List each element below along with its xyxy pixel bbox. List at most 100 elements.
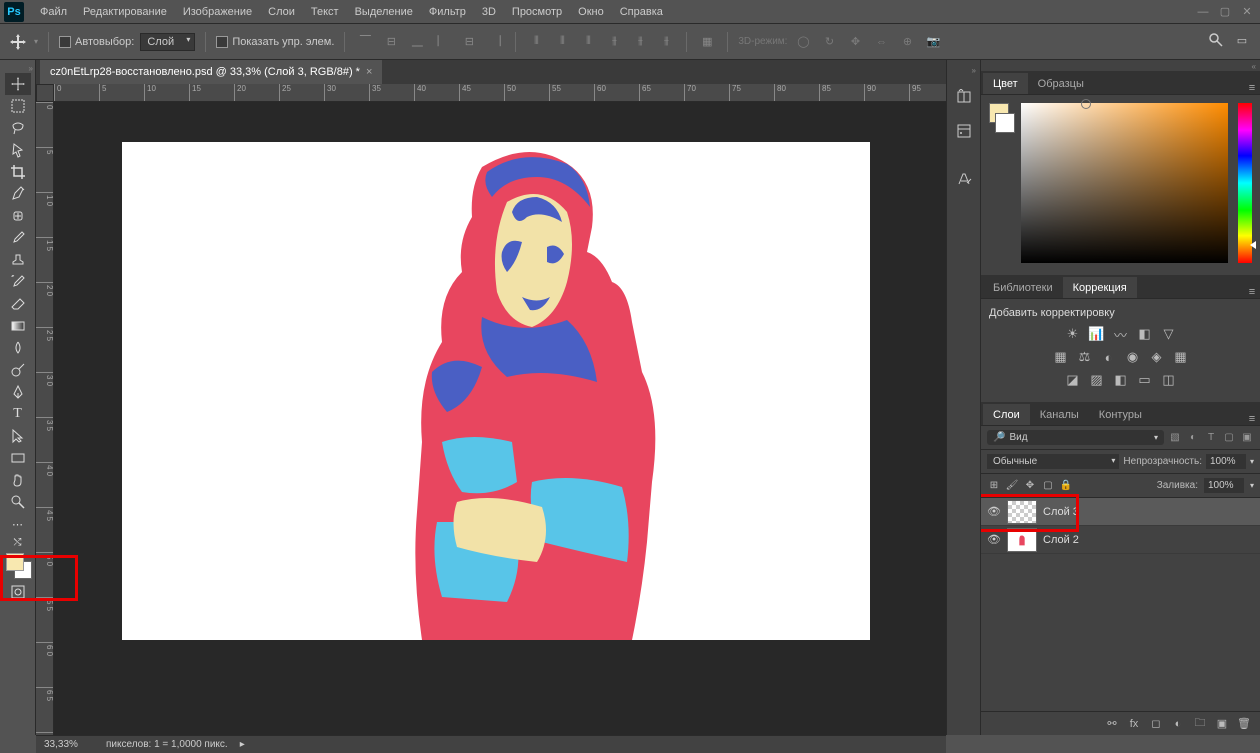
- 3d-camera-icon[interactable]: 📷: [923, 32, 943, 52]
- gradient-tool[interactable]: [5, 315, 31, 337]
- align-left-icon[interactable]: ⎸: [433, 32, 453, 52]
- tab-channels[interactable]: Каналы: [1030, 404, 1089, 425]
- lock-artboard-icon[interactable]: ▢: [1041, 479, 1055, 493]
- status-zoom[interactable]: 33,33%: [44, 739, 94, 750]
- distribute-top-icon[interactable]: ⫴: [526, 32, 546, 52]
- link-layers-icon[interactable]: ⚯: [1104, 716, 1120, 732]
- vibrance-icon[interactable]: ▽: [1159, 325, 1179, 343]
- ruler-vertical[interactable]: 051 01 52 02 53 03 54 04 55 05 56 06 57 …: [36, 102, 54, 735]
- crop-tool[interactable]: [5, 161, 31, 183]
- show-controls-checkbox[interactable]: Показать упр. элем.: [216, 36, 334, 48]
- type-tool[interactable]: T: [5, 403, 31, 425]
- visibility-toggle[interactable]: 👁: [987, 533, 1001, 547]
- layer-name-label[interactable]: Слой 3: [1043, 506, 1254, 518]
- quick-mask-icon[interactable]: [5, 581, 31, 603]
- fill-input[interactable]: 100%: [1204, 478, 1244, 493]
- menu-help[interactable]: Справка: [612, 2, 671, 22]
- color-field[interactable]: [1021, 103, 1228, 263]
- rectangle-tool[interactable]: [5, 447, 31, 469]
- eyedropper-tool[interactable]: [5, 183, 31, 205]
- close-tab-icon[interactable]: ×: [366, 66, 372, 78]
- new-adjustment-icon[interactable]: ◐: [1170, 716, 1186, 732]
- quick-select-tool[interactable]: [5, 139, 31, 161]
- threshold-icon[interactable]: ◧: [1111, 371, 1131, 389]
- menu-edit[interactable]: Редактирование: [75, 2, 175, 22]
- layer-thumbnail[interactable]: [1007, 528, 1037, 552]
- posterize-icon[interactable]: ▨: [1087, 371, 1107, 389]
- filter-adjust-icon[interactable]: ◐: [1186, 431, 1200, 445]
- selective-color-icon[interactable]: ◫: [1159, 371, 1179, 389]
- menu-3d[interactable]: 3D: [474, 2, 504, 22]
- new-layer-icon[interactable]: ▣: [1214, 716, 1230, 732]
- marquee-tool[interactable]: [5, 95, 31, 117]
- panel-menu-icon[interactable]: ≡: [1244, 82, 1260, 94]
- panel-menu-icon[interactable]: ≡: [1244, 413, 1260, 425]
- lock-position-icon[interactable]: ✥: [1023, 479, 1037, 493]
- menu-select[interactable]: Выделение: [347, 2, 421, 22]
- search-icon[interactable]: [1206, 30, 1226, 50]
- layer-row[interactable]: 👁Слой 3: [981, 498, 1260, 526]
- maximize-icon[interactable]: ▢: [1216, 5, 1234, 19]
- invert-icon[interactable]: ◪: [1063, 371, 1083, 389]
- panel-menu-icon[interactable]: ≡: [1244, 286, 1260, 298]
- ruler-horizontal[interactable]: 05101520253035404550556065707580859095: [54, 84, 946, 102]
- workspace-icon[interactable]: ▭: [1232, 30, 1252, 50]
- history-brush-tool[interactable]: [5, 271, 31, 293]
- brightness-icon[interactable]: ☀: [1063, 325, 1083, 343]
- bw-icon[interactable]: ◐: [1099, 348, 1119, 366]
- filter-pixel-icon[interactable]: ▧: [1168, 431, 1182, 445]
- tab-swatches[interactable]: Образцы: [1028, 73, 1094, 94]
- menu-window[interactable]: Окно: [570, 2, 612, 22]
- distribute-left-icon[interactable]: ⫵: [604, 32, 624, 52]
- layer-filter-dropdown[interactable]: 🔎Вид▾: [987, 430, 1164, 445]
- layer-style-icon[interactable]: fx: [1126, 716, 1142, 732]
- history-panel-icon[interactable]: [952, 85, 976, 109]
- 3d-orbit-icon[interactable]: ◯: [793, 32, 813, 52]
- pen-tool[interactable]: [5, 381, 31, 403]
- align-vcenter-icon[interactable]: ⊟: [381, 32, 401, 52]
- new-group-icon[interactable]: 🗀: [1192, 716, 1208, 732]
- align-right-icon[interactable]: ⎹: [485, 32, 505, 52]
- brush-tool[interactable]: [5, 227, 31, 249]
- lock-all-icon[interactable]: 🔒: [1059, 479, 1073, 493]
- status-arrow-icon[interactable]: ▸: [240, 739, 245, 750]
- filter-shape-icon[interactable]: ▢: [1222, 431, 1236, 445]
- 3d-roll-icon[interactable]: ↻: [819, 32, 839, 52]
- levels-icon[interactable]: 📊: [1087, 325, 1107, 343]
- close-icon[interactable]: ✕: [1238, 5, 1256, 19]
- path-select-tool[interactable]: [5, 425, 31, 447]
- 3d-pan-icon[interactable]: ✥: [845, 32, 865, 52]
- more-tools-icon[interactable]: ⋯: [5, 513, 31, 535]
- align-hcenter-icon[interactable]: ⊟: [459, 32, 479, 52]
- auto-select-checkbox[interactable]: Автовыбор:: [59, 36, 134, 48]
- minimize-icon[interactable]: —: [1194, 5, 1212, 19]
- tab-adjustments[interactable]: Коррекция: [1063, 277, 1137, 298]
- tab-color[interactable]: Цвет: [983, 73, 1028, 94]
- hand-tool[interactable]: [5, 469, 31, 491]
- color-picker-cursor[interactable]: [1081, 99, 1091, 109]
- hue-cursor[interactable]: [1250, 241, 1256, 249]
- photo-filter-icon[interactable]: ◉: [1123, 348, 1143, 366]
- swap-colors-icon[interactable]: ⤭: [5, 535, 31, 549]
- foreground-color[interactable]: [6, 553, 24, 571]
- auto-align-icon[interactable]: ▦: [697, 32, 717, 52]
- 3d-slide-icon[interactable]: ⇔: [871, 32, 891, 52]
- hue-icon[interactable]: ▦: [1051, 348, 1071, 366]
- exposure-icon[interactable]: ◧: [1135, 325, 1155, 343]
- filter-type-icon[interactable]: T: [1204, 431, 1218, 445]
- menu-filter[interactable]: Фильтр: [421, 2, 474, 22]
- move-tool[interactable]: [5, 73, 31, 95]
- tab-layers[interactable]: Слои: [983, 404, 1030, 425]
- eraser-tool[interactable]: [5, 293, 31, 315]
- channel-mixer-icon[interactable]: ◈: [1147, 348, 1167, 366]
- menu-layer[interactable]: Слои: [260, 2, 303, 22]
- distribute-right-icon[interactable]: ⫵: [656, 32, 676, 52]
- status-info[interactable]: пикселов: 1 = 1,0000 пикс.: [106, 739, 228, 750]
- layer-row[interactable]: 👁Слой 2: [981, 526, 1260, 554]
- layer-mask-icon[interactable]: ◻: [1148, 716, 1164, 732]
- gradient-map-icon[interactable]: ▭: [1135, 371, 1155, 389]
- filter-smart-icon[interactable]: ▣: [1240, 431, 1254, 445]
- menu-file[interactable]: Файл: [32, 2, 75, 22]
- blend-mode-dropdown[interactable]: Обычные: [987, 454, 1119, 469]
- distribute-bottom-icon[interactable]: ⫴: [578, 32, 598, 52]
